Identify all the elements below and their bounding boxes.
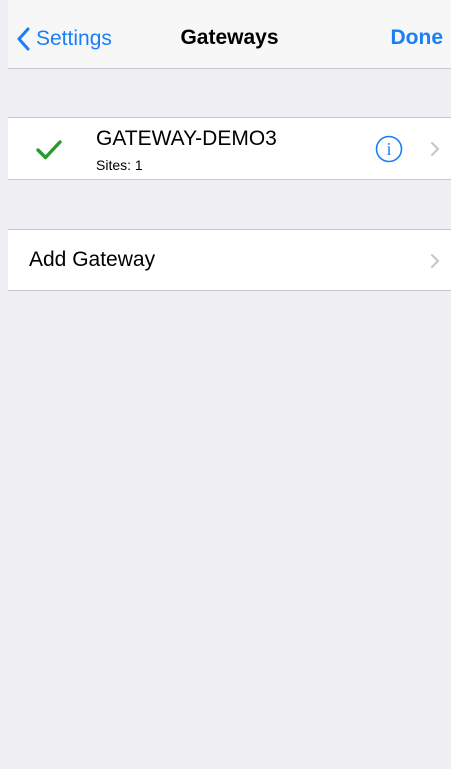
add-gateway-row[interactable]: Add Gateway: [8, 229, 451, 291]
gateways-screen: Settings Gateways Done GATEWAY-DEMO3 Sit…: [8, 0, 451, 769]
info-icon[interactable]: i: [375, 135, 403, 163]
gateway-list: GATEWAY-DEMO3 Sites: 1 i: [8, 117, 451, 180]
gateway-name: GATEWAY-DEMO3: [96, 127, 277, 150]
gateway-sites-count: Sites: 1: [96, 157, 143, 173]
gateway-row[interactable]: GATEWAY-DEMO3 Sites: 1 i: [8, 118, 451, 179]
chevron-right-icon: [430, 141, 440, 157]
chevron-right-icon: [430, 253, 440, 269]
checkmark-icon: [36, 140, 62, 160]
add-gateway-label: Add Gateway: [29, 248, 156, 271]
svg-text:i: i: [386, 139, 391, 159]
chevron-left-icon: [17, 27, 30, 51]
back-button-label: Settings: [36, 27, 112, 50]
navigation-bar: Settings Gateways Done: [8, 0, 451, 69]
done-button[interactable]: Done: [391, 26, 444, 50]
back-button[interactable]: Settings: [16, 22, 112, 56]
